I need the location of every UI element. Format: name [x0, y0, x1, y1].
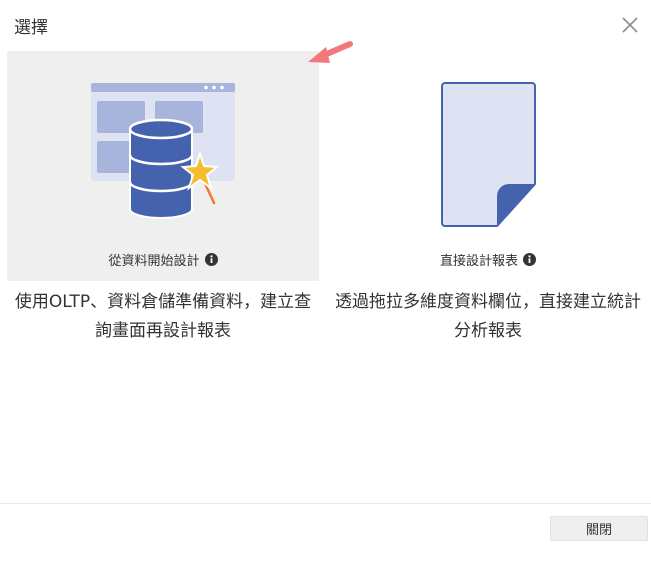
option-label: 直接設計報表 [332, 250, 644, 269]
option-label: 從資料開始設計 [7, 250, 319, 269]
option-description: 使用OLTP、資料倉儲準備資料，建立查詢畫面再設計報表 [14, 292, 312, 341]
option-design-from-data[interactable]: 從資料開始設計 [7, 51, 319, 281]
info-icon[interactable] [523, 253, 536, 266]
footer-divider [0, 503, 651, 504]
option-description: 透過拖拉多維度資料欄位，直接建立統計分析報表 [335, 292, 641, 341]
database-design-icon [91, 83, 235, 219]
option-design-report-directly[interactable]: 直接設計報表 [332, 51, 644, 281]
option-label-text: 從資料開始設計 [108, 254, 200, 269]
close-button[interactable]: 關閉 [550, 516, 648, 541]
dialog-title: 選擇 [14, 18, 48, 38]
close-icon[interactable] [619, 14, 641, 36]
pointer-arrow-icon [308, 41, 353, 63]
option-label-text: 直接設計報表 [439, 254, 518, 269]
blank-report-icon [441, 82, 536, 227]
info-icon[interactable] [204, 253, 218, 266]
